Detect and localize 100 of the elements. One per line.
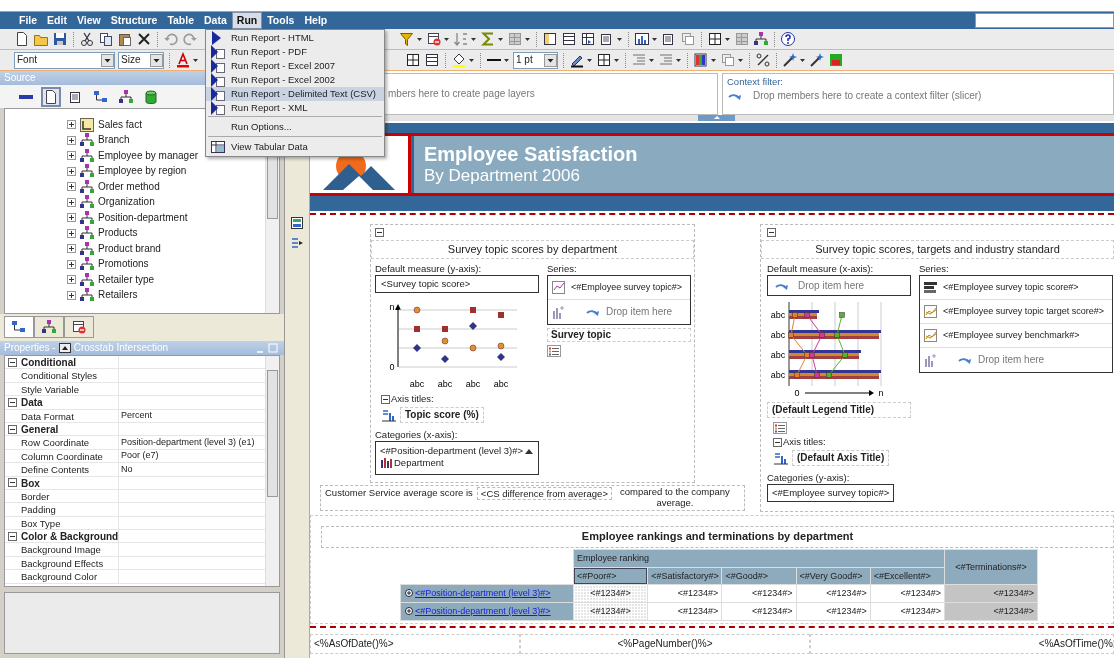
expand-icon[interactable] — [67, 290, 76, 300]
document-icon[interactable] — [43, 88, 59, 105]
font-color-icon[interactable] — [175, 52, 199, 68]
collapse-icon[interactable] — [7, 531, 17, 541]
paste-icon[interactable] — [117, 31, 133, 47]
expand-icon[interactable] — [67, 275, 76, 285]
panel-tab[interactable] — [64, 316, 94, 338]
series-item[interactable]: <#Employee survey topic#> — [571, 282, 683, 293]
indent-icon[interactable] — [658, 52, 682, 68]
tree-icon[interactable] — [93, 88, 109, 105]
save-icon[interactable] — [52, 31, 68, 47]
expand-icon[interactable] — [67, 213, 76, 223]
series-item[interactable]: <#Employee survey benchmark#> — [943, 330, 1080, 341]
font-dropdown[interactable]: Font — [14, 51, 115, 69]
series-item[interactable]: <#Employee survey topic score#> — [943, 282, 1079, 293]
chart-icon[interactable] — [634, 31, 658, 47]
new-document-icon[interactable] — [14, 31, 30, 47]
menu-item[interactable]: View Tabular Data — [206, 138, 384, 155]
category-field[interactable]: <#Employee survey topic#> — [767, 484, 895, 502]
collapse-icon[interactable] — [767, 228, 776, 237]
wand-icon[interactable] — [809, 52, 825, 68]
series-item[interactable]: <#Employee survey topic target score#> — [943, 306, 1105, 317]
tree-item[interactable]: Employee by region — [98, 165, 187, 178]
panel-tab[interactable] — [4, 316, 34, 338]
scrollbar[interactable] — [265, 356, 279, 586]
copy-icon[interactable] — [98, 31, 114, 47]
tree-item[interactable]: Position-department — [98, 211, 188, 224]
menu-item[interactable]: Run Report - HTML — [206, 31, 384, 45]
data-items-icon[interactable] — [290, 236, 304, 250]
menu-item[interactable]: Data — [199, 12, 232, 29]
caret-up-icon[interactable] — [525, 447, 534, 454]
filter-icon[interactable] — [399, 31, 423, 47]
expand-icon[interactable] — [67, 244, 76, 254]
legend-icon[interactable] — [773, 422, 787, 434]
fill-color-icon[interactable] — [451, 52, 475, 68]
palette-icon[interactable] — [693, 52, 717, 68]
tree-item[interactable]: Retailer type — [98, 273, 155, 286]
menu-item[interactable]: Run Report - Excel 2007 — [206, 59, 384, 73]
table-grid-icon[interactable] — [707, 31, 731, 47]
expand-icon[interactable] — [67, 151, 76, 161]
tree-item[interactable]: Sales fact — [98, 118, 142, 131]
cut-icon[interactable] — [79, 31, 95, 47]
measure-field[interactable]: <Survey topic score> — [375, 275, 539, 293]
delete-icon[interactable] — [136, 31, 152, 47]
collapse-icon[interactable] — [7, 424, 17, 434]
expand-icon[interactable] — [67, 182, 76, 192]
legend-icon[interactable] — [547, 345, 561, 357]
tree-item[interactable]: Order method — [98, 180, 160, 193]
panel-tab[interactable] — [34, 316, 64, 338]
tree-item[interactable]: Employee by manager — [98, 149, 199, 162]
collapse-icon[interactable] — [7, 478, 17, 488]
wand-icon[interactable] — [782, 52, 806, 68]
tree-item[interactable]: Retailers — [98, 289, 138, 302]
tree-item[interactable]: Promotions — [98, 258, 149, 271]
hierarchy-icon[interactable] — [118, 88, 134, 105]
menu-item[interactable]: File — [14, 12, 43, 29]
collapse-icon[interactable] — [773, 437, 782, 447]
expand-icon[interactable] — [67, 120, 76, 130]
crosstab-icon[interactable] — [580, 31, 596, 47]
collapse-icon[interactable] — [381, 394, 390, 404]
input-field[interactable] — [975, 13, 1114, 28]
suppress-icon[interactable] — [426, 31, 450, 47]
menu-item[interactable]: Table — [162, 12, 200, 29]
table-grid-icon[interactable] — [405, 52, 421, 68]
collapse-handle[interactable] — [698, 115, 735, 121]
sum-icon[interactable] — [480, 31, 504, 47]
collapse-icon[interactable] — [375, 228, 384, 237]
expand-icon[interactable] — [67, 166, 76, 176]
menu-item[interactable]: Run — [231, 12, 263, 29]
expand-icon[interactable] — [67, 228, 76, 238]
border-icon[interactable] — [596, 52, 620, 68]
expand-icon[interactable] — [67, 197, 76, 207]
category-field[interactable]: <#Position-department (level 3)#> — [380, 445, 524, 457]
menu-item[interactable]: Run Report - Delimited Text (CSV) — [206, 87, 384, 101]
tree-item[interactable]: Organization — [98, 196, 155, 209]
stack-icon[interactable] — [720, 52, 744, 68]
square-icon[interactable] — [828, 52, 844, 68]
expand-icon[interactable] — [67, 135, 76, 145]
size-dropdown[interactable]: Size — [118, 51, 164, 69]
menu-item[interactable]: Run Report - PDF — [206, 45, 384, 59]
expand-icon[interactable] — [405, 589, 413, 598]
menu-item[interactable]: View — [71, 12, 106, 29]
indent-icon[interactable] — [631, 52, 655, 68]
menu-item[interactable]: Edit — [42, 12, 72, 29]
group-icon[interactable] — [507, 31, 531, 47]
repeater-icon[interactable] — [599, 31, 623, 47]
menu-item[interactable]: Run Options... — [206, 118, 384, 135]
menu-item[interactable]: Run Report - XML — [206, 101, 384, 115]
tree-item[interactable]: Branch — [98, 134, 130, 147]
drop-zone[interactable]: Drop item here — [978, 354, 1045, 366]
collapse-icon[interactable] — [7, 357, 17, 367]
menu-item[interactable]: Structure — [105, 12, 163, 29]
table-grid-icon[interactable] — [424, 52, 440, 68]
collapse-icon[interactable] — [7, 397, 17, 407]
column-layout-icon[interactable] — [542, 31, 558, 47]
menu-item[interactable]: Tools — [262, 12, 300, 29]
cylinder-icon[interactable] — [143, 88, 159, 105]
help-icon[interactable] — [780, 31, 796, 47]
menu-item[interactable]: Help — [299, 12, 333, 29]
tree-item[interactable]: Product brand — [98, 242, 161, 255]
